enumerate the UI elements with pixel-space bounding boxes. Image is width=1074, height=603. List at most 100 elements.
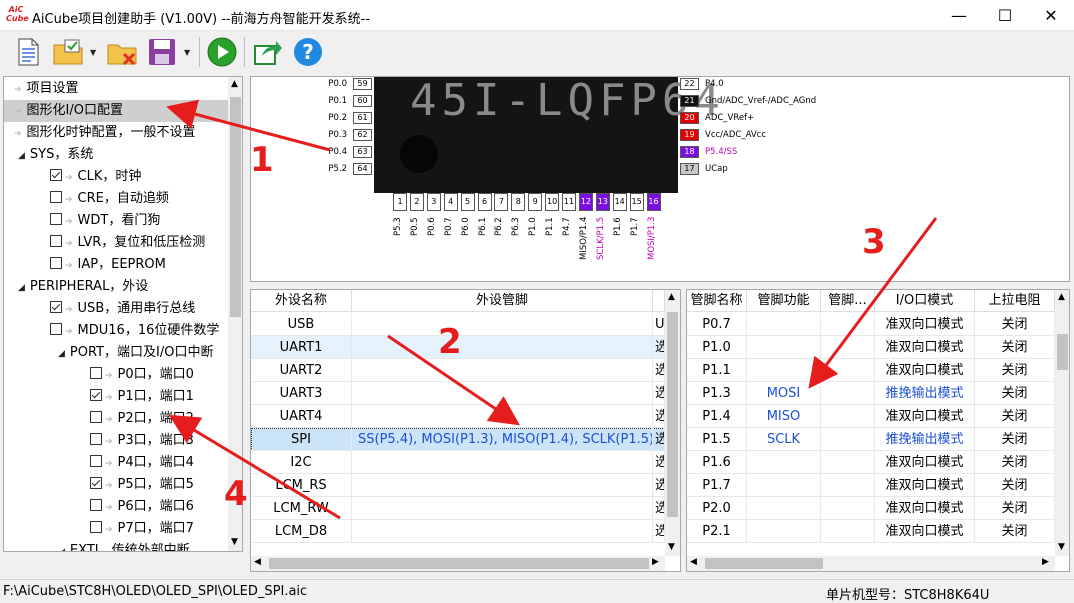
chip-pin[interactable]: 10 bbox=[545, 193, 560, 211]
chip-pin[interactable]: 6 bbox=[477, 193, 492, 211]
chip-pin[interactable]: 7 bbox=[494, 193, 509, 211]
tree-item[interactable]: ◢ EXTI，传统外部中断 bbox=[4, 540, 228, 551]
tree-item[interactable]: ➜ P0口，端口0 bbox=[4, 364, 228, 386]
tree-checkbox[interactable] bbox=[90, 389, 102, 401]
pin-vscrollbar[interactable]: ▲ ▼ bbox=[1055, 290, 1069, 556]
save-icon[interactable] bbox=[146, 36, 178, 68]
chip-pin[interactable]: 60 bbox=[353, 95, 372, 107]
tree-checkbox[interactable] bbox=[90, 477, 102, 489]
tree-item[interactable]: ➜ P1口，端口1 bbox=[4, 386, 228, 408]
pin-hscrollbar[interactable]: ◀ ▶ bbox=[687, 556, 1055, 571]
tree-checkbox[interactable] bbox=[90, 499, 102, 511]
expand-icon[interactable]: ◢ bbox=[18, 283, 25, 293]
chip-pin[interactable]: 59 bbox=[353, 78, 372, 90]
chip-pin[interactable]: 17 bbox=[680, 163, 699, 175]
chip-pin[interactable]: 61 bbox=[353, 112, 372, 124]
column-header[interactable]: 管脚功能 bbox=[747, 290, 821, 312]
tree-item[interactable]: ➜ LVR，复位和低压检测 bbox=[4, 232, 228, 254]
tree-item[interactable]: ➜ P2口，端口2 bbox=[4, 408, 228, 430]
chip-pin[interactable]: 63 bbox=[353, 146, 372, 158]
chip-pin[interactable]: 3 bbox=[426, 193, 441, 211]
scroll-thumb[interactable] bbox=[705, 558, 823, 569]
column-header[interactable]: 外设管脚 bbox=[352, 290, 653, 312]
tree-item[interactable]: ◢ SYS，系统 bbox=[4, 144, 228, 166]
scroll-left-icon[interactable]: ◀ bbox=[690, 557, 697, 567]
chip-pin[interactable]: 12 bbox=[578, 193, 593, 211]
chip-pin[interactable]: 9 bbox=[528, 193, 543, 211]
tree-item[interactable]: ➜ WDT，看门狗 bbox=[4, 210, 228, 232]
minimize-button[interactable]: — bbox=[936, 0, 982, 31]
tree-checkbox[interactable] bbox=[50, 257, 62, 269]
tree-item[interactable]: ➜ 图形化I/O口配置 bbox=[4, 100, 228, 122]
tree-item[interactable]: ➜ P4口，端口4 bbox=[4, 452, 228, 474]
tree-checkbox[interactable] bbox=[50, 235, 62, 247]
chip-pin[interactable]: 4 bbox=[443, 193, 458, 211]
export-icon[interactable] bbox=[252, 36, 284, 68]
expand-icon[interactable]: ◢ bbox=[58, 349, 65, 359]
scroll-thumb[interactable] bbox=[269, 558, 649, 569]
column-header[interactable]: 上拉电阻 bbox=[975, 290, 1055, 312]
column-header[interactable]: 管脚名称 bbox=[687, 290, 747, 312]
column-header[interactable]: I/O口模式 bbox=[875, 290, 975, 312]
tree-item[interactable]: ◢ PORT，端口及I/O口中断 bbox=[4, 342, 228, 364]
chip-pin[interactable]: 14 bbox=[612, 193, 627, 211]
tree-item[interactable]: ➜ P3口，端口3 bbox=[4, 430, 228, 452]
peripheral-vscrollbar[interactable]: ▲ ▼ bbox=[665, 290, 680, 556]
scroll-right-icon[interactable]: ▶ bbox=[1042, 557, 1049, 567]
chip-pin[interactable]: 1 bbox=[393, 193, 407, 211]
chip-pin[interactable]: 62 bbox=[353, 129, 372, 141]
help-icon[interactable]: ? bbox=[292, 36, 324, 68]
close-button[interactable]: ✕ bbox=[1028, 0, 1074, 31]
column-header[interactable]: 管脚... bbox=[821, 290, 875, 312]
scroll-thumb[interactable] bbox=[1057, 334, 1068, 370]
chip-pin[interactable]: 5 bbox=[460, 193, 475, 211]
expand-icon[interactable]: ◢ bbox=[58, 547, 65, 551]
tree-item[interactable]: ➜ CRE，自动追频 bbox=[4, 188, 228, 210]
tree-checkbox[interactable] bbox=[50, 191, 62, 203]
scroll-right-icon[interactable]: ▶ bbox=[652, 557, 659, 567]
open-dropdown-icon[interactable]: ▼ bbox=[90, 48, 98, 57]
tree-checkbox[interactable] bbox=[50, 301, 62, 313]
open-folder-icon[interactable] bbox=[52, 36, 84, 68]
maximize-button[interactable]: ☐ bbox=[982, 0, 1028, 31]
tree-item[interactable]: ➜ P6口，端口6 bbox=[4, 496, 228, 518]
chip-pin[interactable]: 19 bbox=[680, 129, 699, 141]
chip-pin[interactable]: 64 bbox=[353, 163, 372, 175]
tree-checkbox[interactable] bbox=[50, 169, 62, 181]
run-icon[interactable] bbox=[206, 36, 238, 68]
chip-pin[interactable]: 2 bbox=[409, 193, 424, 211]
scroll-left-icon[interactable]: ◀ bbox=[254, 557, 261, 567]
save-dropdown-icon[interactable]: ▼ bbox=[184, 48, 192, 57]
chip-pin[interactable]: 20 bbox=[680, 112, 699, 124]
scroll-thumb[interactable] bbox=[667, 312, 678, 517]
tree-checkbox[interactable] bbox=[90, 411, 102, 423]
peripheral-hscrollbar[interactable]: ◀ ▶ bbox=[251, 556, 665, 571]
scroll-thumb[interactable] bbox=[230, 97, 241, 317]
chip-pin[interactable]: 8 bbox=[511, 193, 526, 211]
chip-pin[interactable]: 18 bbox=[680, 146, 699, 158]
tree-item[interactable]: ➜ P5口，端口5 bbox=[4, 474, 228, 496]
chip-pin[interactable]: 21 bbox=[680, 95, 699, 107]
tree-checkbox[interactable] bbox=[50, 213, 62, 225]
column-header[interactable] bbox=[653, 290, 665, 312]
tree-item[interactable]: ➜ 项目设置 bbox=[4, 78, 228, 100]
tree-item[interactable]: ➜ CLK，时钟 bbox=[4, 166, 228, 188]
tree-item[interactable]: ➜ 图形化时钟配置，一般不设置 bbox=[4, 122, 228, 144]
chip-pin[interactable]: 13 bbox=[595, 193, 610, 211]
chip-pin[interactable]: 15 bbox=[629, 193, 644, 211]
tree-checkbox[interactable] bbox=[90, 367, 102, 379]
tree-item[interactable]: ➜ P7口，端口7 bbox=[4, 518, 228, 540]
scroll-down-icon[interactable]: ▼ bbox=[231, 537, 238, 547]
tree-item[interactable]: ➜ IAP，EEPROM bbox=[4, 254, 228, 276]
scroll-up-icon[interactable]: ▲ bbox=[668, 292, 675, 302]
scroll-down-icon[interactable]: ▼ bbox=[668, 542, 675, 552]
column-header[interactable]: 外设名称 bbox=[251, 290, 352, 312]
chip-pin[interactable]: 22 bbox=[680, 78, 699, 90]
close-file-icon[interactable] bbox=[106, 36, 138, 68]
scroll-up-icon[interactable]: ▲ bbox=[231, 79, 238, 89]
scroll-down-icon[interactable]: ▼ bbox=[1058, 542, 1065, 552]
tree-checkbox[interactable] bbox=[90, 455, 102, 467]
tree-checkbox[interactable] bbox=[90, 521, 102, 533]
expand-icon[interactable]: ◢ bbox=[18, 151, 25, 161]
tree-item[interactable]: ➜ MDU16，16位硬件数学 bbox=[4, 320, 228, 342]
